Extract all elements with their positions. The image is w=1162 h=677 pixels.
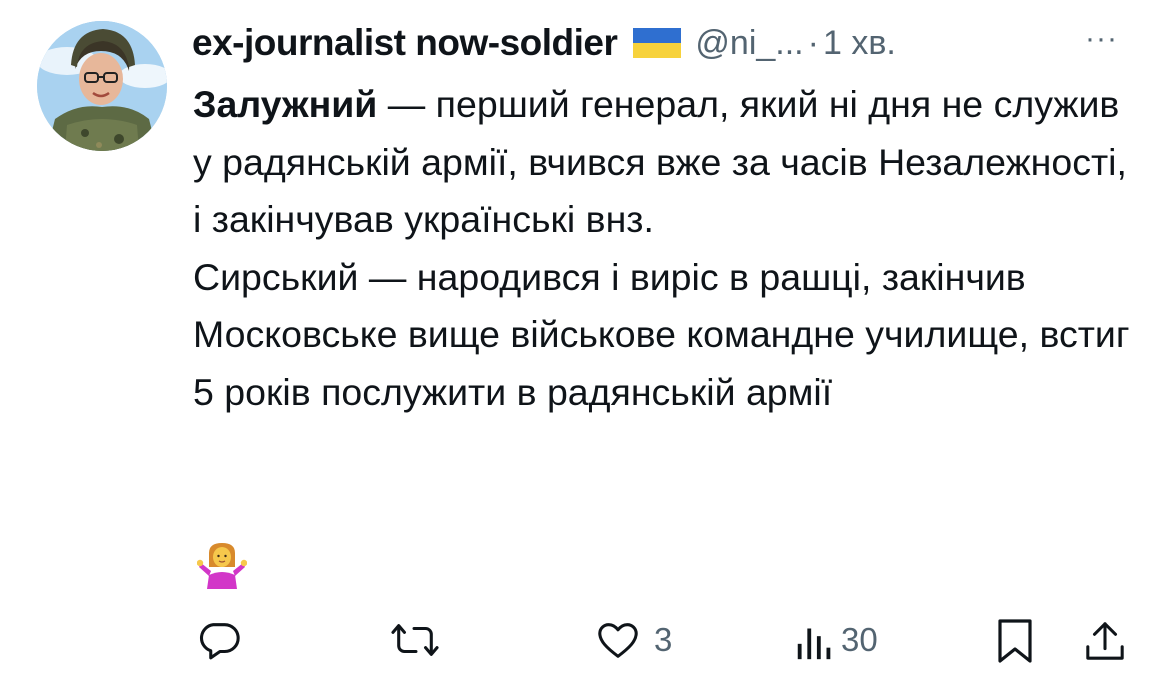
post-paragraph-2: Сирський — народився і виріс в рашці, за… xyxy=(193,255,1130,413)
share-icon xyxy=(1086,622,1124,660)
reply-button[interactable] xyxy=(196,617,242,663)
reply-icon xyxy=(200,623,240,660)
more-options-icon[interactable]: ··· xyxy=(1085,22,1118,56)
post-text: Залужний — перший генерал, який ні дня н… xyxy=(193,76,1133,421)
post-header: ex-journalist now-soldier @ni_... · 1 хв… xyxy=(192,18,896,68)
like-count: 3 xyxy=(654,621,673,658)
author-name[interactable]: ex-journalist now-soldier xyxy=(192,22,618,64)
avatar-image xyxy=(37,21,167,151)
views-icon xyxy=(797,628,831,660)
post-time[interactable]: 1 хв. xyxy=(823,24,896,63)
heart-icon xyxy=(598,623,638,658)
bookmark-button[interactable] xyxy=(996,617,1034,665)
repost-button[interactable] xyxy=(390,617,440,663)
share-button[interactable] xyxy=(1084,617,1126,665)
post-paragraph-1: Залужний — перший генерал, який ні дня н… xyxy=(193,76,1133,249)
ukraine-flag-icon xyxy=(633,28,682,58)
views-count: 30 xyxy=(841,621,878,658)
post-bold-name: Залужний xyxy=(193,83,378,125)
woman-shrugging-emoji xyxy=(196,543,248,594)
bookmark-icon xyxy=(998,619,1032,663)
like-button[interactable]: 3 xyxy=(594,617,672,663)
avatar[interactable] xyxy=(37,21,167,151)
views-button[interactable]: 30 xyxy=(795,617,878,663)
author-handle[interactable]: @ni_... xyxy=(695,24,803,63)
action-bar: 3 30 xyxy=(0,605,1162,675)
repost-icon xyxy=(391,624,439,656)
meta-separator: · xyxy=(807,23,819,62)
